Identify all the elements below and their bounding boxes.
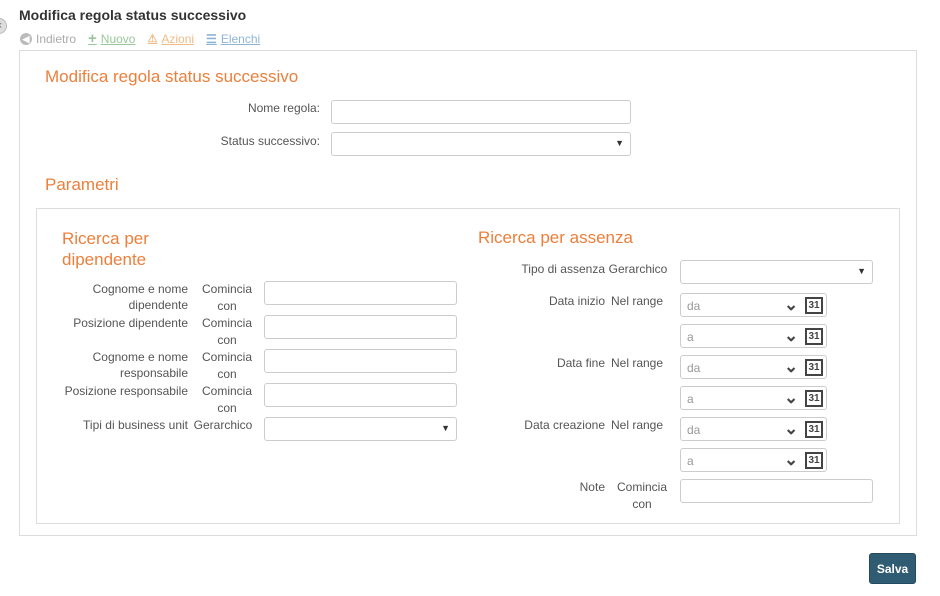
- absence-type-select[interactable]: ▼: [680, 260, 873, 284]
- back-button[interactable]: ◀ Indietro: [20, 32, 76, 46]
- notes-operator: Comincia con: [616, 480, 667, 511]
- toolbar: ◀ Indietro + Nuovo ⚠ Azioni ☰ Elenchi: [20, 30, 272, 47]
- end-date-operator: Nel range: [611, 356, 664, 370]
- manager-name-label: Cognome e nome responsabile: [92, 350, 188, 380]
- manager-position-label: Posizione responsabile: [64, 384, 188, 398]
- notes-label: Note: [579, 480, 605, 494]
- chevron-down-icon[interactable]: ⌄: [784, 419, 798, 439]
- params-title: Parametri: [45, 175, 119, 194]
- rule-name-input[interactable]: [331, 100, 631, 124]
- close-icon[interactable]: ×: [0, 18, 7, 34]
- new-label: Nuovo: [100, 31, 136, 46]
- manager-name-operator: Comincia con: [201, 350, 252, 381]
- new-button[interactable]: + Nuovo: [88, 30, 135, 47]
- absence-search-title: Ricerca per assenza: [478, 228, 633, 247]
- employee-name-input[interactable]: [264, 281, 457, 305]
- caret-down-icon: ▼: [615, 138, 624, 148]
- calendar-icon[interactable]: 31: [805, 390, 823, 407]
- created-date-to[interactable]: a ⌄ 31: [680, 448, 827, 472]
- start-date-operator: Nel range: [611, 294, 664, 308]
- plus-icon: +: [88, 30, 97, 47]
- created-date-from[interactable]: da ⌄ 31: [680, 417, 827, 441]
- employee-position-label: Posizione dipendente: [73, 316, 188, 330]
- end-date-to[interactable]: a ⌄ 31: [680, 386, 827, 410]
- manager-name-input[interactable]: [264, 349, 457, 373]
- business-unit-operator: Gerarchico: [193, 418, 253, 432]
- warning-triangle-icon: ⚠: [147, 33, 158, 45]
- start-date-to[interactable]: a ⌄ 31: [680, 324, 827, 348]
- calendar-icon[interactable]: 31: [805, 421, 823, 438]
- form-title: Modifica regola status successivo: [45, 67, 299, 86]
- caret-down-icon: ▼: [441, 423, 450, 433]
- chevron-down-icon[interactable]: ⌄: [784, 295, 798, 315]
- end-date-label: Data fine: [556, 356, 605, 370]
- page-title: Modifica regola status successivo: [19, 7, 247, 23]
- calendar-icon[interactable]: 31: [805, 452, 823, 469]
- next-status-label: Status successivo:: [220, 134, 320, 148]
- chevron-down-icon[interactable]: ⌄: [784, 388, 798, 408]
- created-date-operator: Nel range: [611, 418, 664, 432]
- employee-name-label: Cognome e nome dipendente: [92, 282, 188, 312]
- save-button[interactable]: Salva: [869, 553, 916, 584]
- lists-label: Elenchi: [220, 31, 261, 46]
- chevron-down-icon[interactable]: ⌄: [784, 450, 798, 470]
- employee-position-input[interactable]: [264, 315, 457, 339]
- list-icon: ☰: [206, 31, 217, 46]
- employee-search-title: Ricerca per dipendente: [62, 229, 149, 269]
- end-date-from[interactable]: da ⌄ 31: [680, 355, 827, 379]
- next-status-select[interactable]: ▼: [331, 132, 631, 156]
- back-label: Indietro: [36, 31, 77, 46]
- notes-input[interactable]: [680, 479, 873, 503]
- actions-label: Azioni: [161, 31, 195, 46]
- chevron-down-icon[interactable]: ⌄: [784, 326, 798, 346]
- absence-type-operator: Gerarchico: [608, 262, 668, 276]
- calendar-icon[interactable]: 31: [805, 359, 823, 376]
- employee-name-operator: Comincia con: [201, 282, 252, 313]
- calendar-icon[interactable]: 31: [805, 297, 823, 314]
- created-date-label: Data creazione: [524, 418, 605, 432]
- actions-button[interactable]: ⚠ Azioni: [147, 32, 194, 46]
- absence-type-label: Tipo di assenza: [521, 262, 605, 276]
- business-unit-select[interactable]: ▼: [264, 417, 457, 441]
- start-date-from[interactable]: da ⌄ 31: [680, 293, 827, 317]
- lists-button[interactable]: ☰ Elenchi: [206, 32, 260, 46]
- arrow-left-circle-icon: ◀: [20, 32, 32, 45]
- business-unit-label: Tipi di business unit: [83, 418, 188, 432]
- calendar-icon[interactable]: 31: [805, 328, 823, 345]
- start-date-label: Data inizio: [548, 294, 605, 308]
- employee-position-operator: Comincia con: [201, 316, 252, 347]
- rule-name-label: Nome regola:: [247, 101, 320, 115]
- manager-position-input[interactable]: [264, 383, 457, 407]
- manager-position-operator: Comincia con: [201, 384, 252, 415]
- caret-down-icon: ▼: [857, 266, 866, 276]
- chevron-down-icon[interactable]: ⌄: [784, 357, 798, 377]
